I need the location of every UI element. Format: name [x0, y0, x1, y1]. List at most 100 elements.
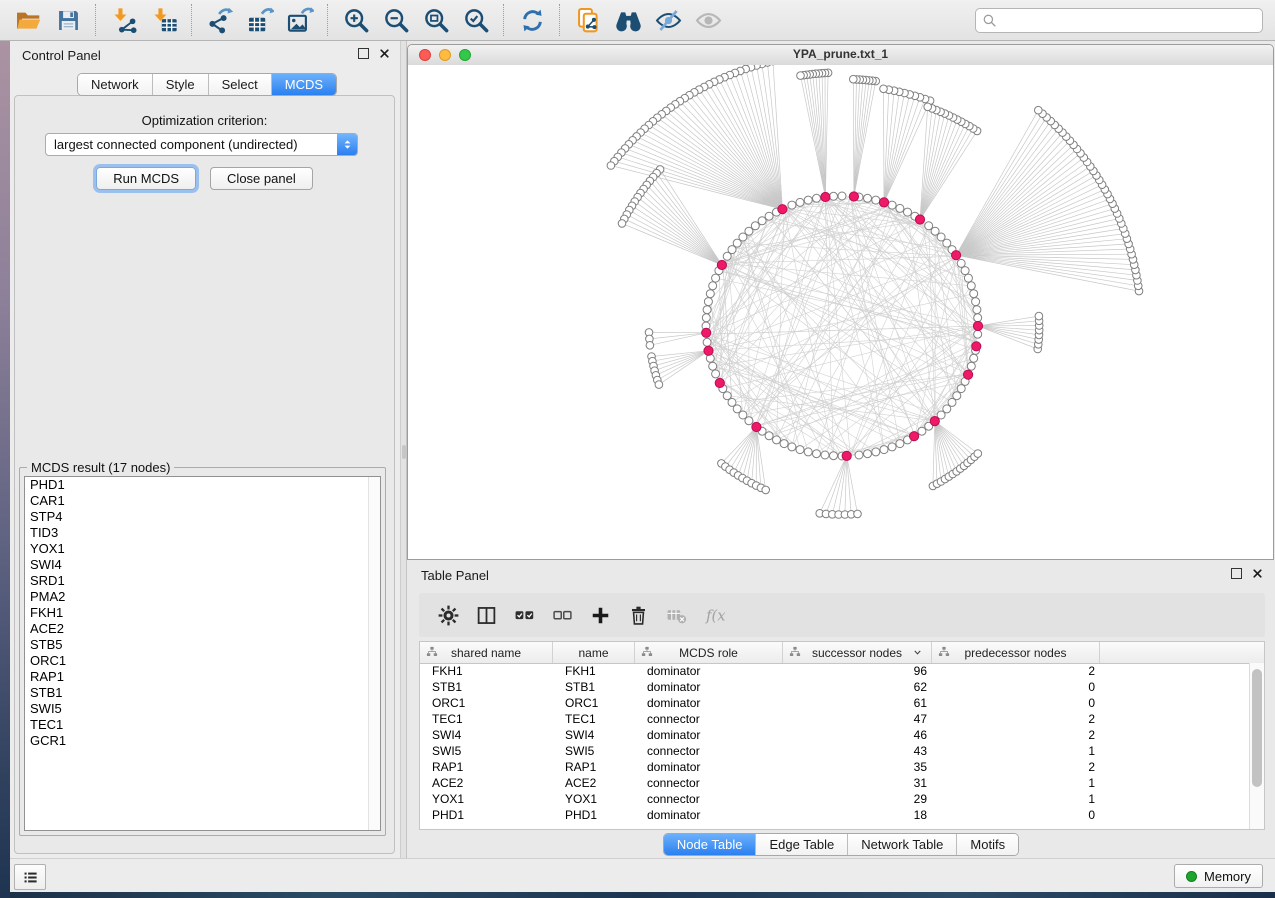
- cell-successor-nodes: 62: [783, 679, 932, 695]
- column-header-name[interactable]: name: [553, 642, 635, 663]
- mcds-list-scrollbar[interactable]: [368, 477, 380, 830]
- apply-layout-button[interactable]: [512, 2, 552, 38]
- toolbar-separator: [503, 4, 505, 36]
- clone-network-button[interactable]: [568, 2, 608, 38]
- toggle-column-view-button[interactable]: [467, 597, 505, 633]
- mcds-result-item[interactable]: TEC1: [25, 717, 380, 733]
- table-settings-button[interactable]: [429, 597, 467, 633]
- column-header-MCDS-role[interactable]: MCDS role: [635, 642, 783, 663]
- maximize-window-icon[interactable]: [459, 49, 471, 61]
- mcds-result-item[interactable]: TID3: [25, 525, 380, 541]
- table-row[interactable]: RAP1RAP1dominator352: [420, 759, 1250, 775]
- import-table-from-file-button[interactable]: [144, 2, 184, 38]
- mcds-result-item[interactable]: PHD1: [25, 477, 380, 493]
- mcds-result-item[interactable]: STP4: [25, 509, 380, 525]
- export-table-button[interactable]: [240, 2, 280, 38]
- cell-shared-name: RAP1: [420, 759, 553, 775]
- tab-motifs[interactable]: Motifs: [956, 834, 1018, 855]
- mcds-result-item[interactable]: SWI4: [25, 557, 380, 573]
- mcds-result-item[interactable]: FKH1: [25, 605, 380, 621]
- tab-select[interactable]: Select: [208, 74, 271, 95]
- minimize-window-icon[interactable]: [439, 49, 451, 61]
- tab-edge-table[interactable]: Edge Table: [755, 834, 847, 855]
- search-box: [975, 8, 1263, 33]
- export-network-button[interactable]: [200, 2, 240, 38]
- mcds-result-item[interactable]: CAR1: [25, 493, 380, 509]
- mcds-result-item[interactable]: ACE2: [25, 621, 380, 637]
- table-row[interactable]: PHD1PHD1dominator180: [420, 807, 1250, 823]
- column-header-predecessor-nodes[interactable]: predecessor nodes: [932, 642, 1100, 663]
- mcds-result-item[interactable]: STB5: [25, 637, 380, 653]
- table-row[interactable]: ORC1ORC1dominator610: [420, 695, 1250, 711]
- toggle-preview-button[interactable]: [688, 2, 728, 38]
- column-header-successor-nodes[interactable]: successor nodes: [783, 642, 932, 663]
- table-row[interactable]: SWI4SWI4dominator462: [420, 727, 1250, 743]
- float-table-panel-icon[interactable]: [1231, 568, 1242, 579]
- show-panels-button[interactable]: [14, 864, 46, 890]
- create-new-column-button[interactable]: [581, 597, 619, 633]
- table-row[interactable]: YOX1YOX1connector291: [420, 791, 1250, 807]
- zoom-selected-button[interactable]: [456, 2, 496, 38]
- mcds-result-item[interactable]: SRD1: [25, 573, 380, 589]
- mcds-result-item[interactable]: RAP1: [25, 669, 380, 685]
- float-panel-icon[interactable]: [358, 48, 369, 59]
- cell-MCDS-role: connector: [635, 791, 783, 807]
- deselect-all-rows-button[interactable]: [543, 597, 581, 633]
- binoculars-icon: [615, 7, 642, 34]
- zoom-in-button[interactable]: [336, 2, 376, 38]
- network-window-titlebar[interactable]: YPA_prune.txt_1: [408, 45, 1273, 66]
- find-button[interactable]: [608, 2, 648, 38]
- vertical-splitter[interactable]: [400, 41, 407, 858]
- network-canvas[interactable]: [408, 65, 1273, 559]
- column-label: MCDS role: [679, 646, 738, 660]
- show-hide-graphics-details-button[interactable]: [648, 2, 688, 38]
- open-file-button[interactable]: [8, 2, 48, 38]
- tab-style[interactable]: Style: [152, 74, 208, 95]
- column-header-shared-name[interactable]: shared name: [420, 642, 553, 663]
- table-row[interactable]: ACE2ACE2connector311: [420, 775, 1250, 791]
- save-session-button[interactable]: [48, 2, 88, 38]
- table-scrollbar-thumb[interactable]: [1252, 669, 1262, 787]
- mcds-result-item[interactable]: STB1: [25, 685, 380, 701]
- zoom-fit-icon: [423, 7, 450, 34]
- close-panel-button[interactable]: Close panel: [210, 167, 313, 190]
- table-row[interactable]: FKH1FKH1dominator962: [420, 663, 1250, 679]
- check-pair-icon: [514, 605, 535, 626]
- mcds-result-item[interactable]: ORC1: [25, 653, 380, 669]
- close-panel-icon[interactable]: [379, 48, 390, 59]
- mcds-result-item[interactable]: GCR1: [25, 733, 380, 749]
- run-mcds-button[interactable]: Run MCDS: [96, 167, 196, 190]
- table-scrollbar[interactable]: [1249, 663, 1264, 829]
- mcds-result-item[interactable]: PMA2: [25, 589, 380, 605]
- mcds-result-item[interactable]: SWI5: [25, 701, 380, 717]
- zoom-fit-content-button[interactable]: [416, 2, 456, 38]
- zoom-out-button[interactable]: [376, 2, 416, 38]
- close-table-panel-icon[interactable]: [1252, 568, 1263, 579]
- tab-network[interactable]: Network: [78, 74, 152, 95]
- mcds-result-item[interactable]: YOX1: [25, 541, 380, 557]
- network-graph[interactable]: [408, 65, 1273, 559]
- column-type-icon: [426, 646, 438, 661]
- table-row[interactable]: STB1STB1dominator620: [420, 679, 1250, 695]
- table-row[interactable]: SWI5SWI5connector431: [420, 743, 1250, 759]
- tab-node-table[interactable]: Node Table: [664, 834, 756, 855]
- table-row[interactable]: TEC1TEC1connector472: [420, 711, 1250, 727]
- select-all-rows-button[interactable]: [505, 597, 543, 633]
- close-window-icon[interactable]: [419, 49, 431, 61]
- cell-predecessor-nodes: 0: [932, 679, 1100, 695]
- search-input[interactable]: [1001, 10, 1262, 32]
- import-network-from-file-button[interactable]: [104, 2, 144, 38]
- cell-name: SWI5: [553, 743, 635, 759]
- mcds-result-items: PHD1CAR1STP4TID3YOX1SWI4SRD1PMA2FKH1ACE2…: [25, 477, 380, 749]
- cell-name: PHD1: [553, 807, 635, 823]
- export-image-button[interactable]: [280, 2, 320, 38]
- cell-successor-nodes: 61: [783, 695, 932, 711]
- cell-successor-nodes: 47: [783, 711, 932, 727]
- optimization-criterion-select[interactable]: largest connected component (undirected): [45, 133, 358, 156]
- column-type-icon: [789, 646, 801, 661]
- memory-button[interactable]: Memory: [1174, 864, 1263, 888]
- cell-successor-nodes: 46: [783, 727, 932, 743]
- delete-columns-button[interactable]: [619, 597, 657, 633]
- tab-network-table[interactable]: Network Table: [847, 834, 956, 855]
- tab-mcds[interactable]: MCDS: [271, 74, 336, 95]
